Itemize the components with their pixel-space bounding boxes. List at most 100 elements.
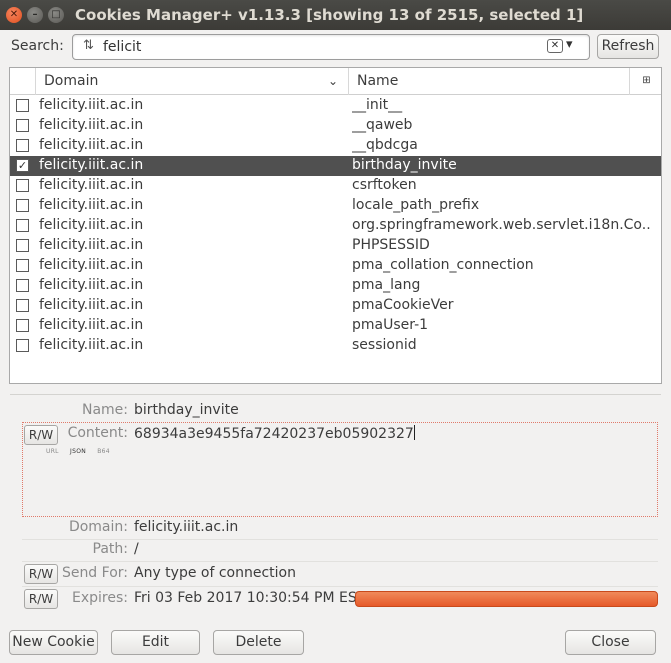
table-row[interactable]: felicity.iiit.ac.in csrftoken [10, 176, 661, 196]
table-row[interactable]: felicity.iiit.ac.in __init__ [10, 96, 661, 116]
row-checkbox[interactable] [16, 99, 29, 112]
table-row[interactable]: felicity.iiit.ac.in locale_path_prefix [10, 196, 661, 216]
column-header-name[interactable]: Name [350, 68, 630, 95]
row-name: __qbdcga [352, 137, 418, 153]
table-row[interactable]: ✓ felicity.iiit.ac.in birthday_invite [10, 156, 661, 176]
row-domain: felicity.iiit.ac.in [39, 177, 144, 193]
row-name: pma_lang [352, 277, 421, 293]
content-value[interactable]: 68934a3e9455fa72420237eb05902327 [134, 425, 415, 442]
cookie-table: Domain ⌄ Name ⊞ felicity.iiit.ac.in __ini… [9, 67, 662, 384]
separator [22, 561, 658, 562]
row-domain: felicity.iiit.ac.in [39, 337, 144, 353]
search-label: Search: [11, 38, 64, 54]
expires-label: Expires: [72, 590, 128, 606]
format-json-link[interactable]: JSON [70, 448, 86, 455]
row-domain: felicity.iiit.ac.in [39, 237, 144, 253]
row-checkbox[interactable] [16, 179, 29, 192]
row-domain: felicity.iiit.ac.in [39, 117, 144, 133]
table-header: Domain ⌄ Name ⊞ [10, 68, 661, 95]
delete-button[interactable]: Delete [213, 630, 304, 655]
row-checkbox[interactable] [16, 119, 29, 132]
refresh-button[interactable]: Refresh [597, 34, 659, 59]
table-row[interactable]: felicity.iiit.ac.in sessionid [10, 336, 661, 356]
row-domain: felicity.iiit.ac.in [39, 317, 144, 333]
sort-descending-icon: ⌄ [327, 74, 338, 88]
row-name: pmaCookieVer [352, 297, 454, 313]
text-cursor [413, 425, 415, 440]
table-row[interactable]: felicity.iiit.ac.in pma_collation_connect… [10, 256, 661, 276]
row-name: PHPSESSID [352, 237, 430, 253]
row-checkbox[interactable] [16, 279, 29, 292]
content-rw-button[interactable]: R/W [24, 425, 58, 445]
name-value: birthday_invite [134, 402, 239, 418]
row-name: sessionid [352, 337, 417, 353]
row-domain: felicity.iiit.ac.in [39, 257, 144, 273]
row-domain: felicity.iiit.ac.in [39, 297, 144, 313]
table-row[interactable]: felicity.iiit.ac.in __qaweb [10, 116, 661, 136]
clear-search-icon[interactable]: ✕ [547, 39, 563, 53]
search-dropdown-icon[interactable]: ▾ [566, 37, 573, 52]
row-name: __init__ [352, 97, 403, 113]
close-button[interactable]: Close [565, 630, 656, 655]
pane-divider[interactable] [10, 394, 661, 395]
format-url-link[interactable]: URL [46, 448, 59, 455]
table-row[interactable]: felicity.iiit.ac.in pmaUser-1 [10, 316, 661, 336]
row-domain: felicity.iiit.ac.in [39, 97, 144, 113]
title-bar: ✕ – □ Cookies Manager+ v1.13.3 [showing … [0, 0, 671, 30]
table-row[interactable]: felicity.iiit.ac.in __qbdcga [10, 136, 661, 156]
search-field[interactable]: ⇅ ✕ ▾ [72, 34, 590, 60]
row-name: birthday_invite [352, 157, 457, 173]
path-value: / [134, 541, 139, 557]
row-name: pma_collation_connection [352, 257, 534, 273]
table-row[interactable]: felicity.iiit.ac.in pma_lang [10, 276, 661, 296]
row-domain: felicity.iiit.ac.in [39, 197, 144, 213]
row-checkbox[interactable] [16, 319, 29, 332]
row-name: __qaweb [352, 117, 413, 133]
format-b64-link[interactable]: B64 [97, 448, 110, 455]
row-checkbox[interactable] [16, 239, 29, 252]
row-name: pmaUser-1 [352, 317, 429, 333]
expires-value: Fri 03 Feb 2017 10:30:54 PM EST [134, 590, 366, 606]
table-row[interactable]: felicity.iiit.ac.in org.springframework.w… [10, 216, 661, 236]
column-header-name-label: Name [357, 73, 399, 89]
content-label: Content: [67, 425, 128, 441]
edit-button[interactable]: Edit [111, 630, 200, 655]
header-checkbox-column[interactable] [10, 68, 36, 95]
window-title: Cookies Manager+ v1.13.3 [showing 13 of … [75, 6, 584, 24]
expires-bar [355, 591, 658, 607]
separator [22, 539, 658, 540]
row-checkbox[interactable] [16, 259, 29, 272]
content-text: 68934a3e9455fa72420237eb05902327 [134, 426, 414, 442]
row-checkbox[interactable] [16, 299, 29, 312]
sendfor-value: Any type of connection [134, 565, 296, 581]
format-links: URL JSON B64 [46, 448, 119, 455]
row-checkbox[interactable] [16, 139, 29, 152]
row-checkbox[interactable] [16, 219, 29, 232]
row-name: org.springframework.web.servlet.i18n.Co.… [352, 217, 652, 233]
table-row[interactable]: felicity.iiit.ac.in PHPSESSID [10, 236, 661, 256]
domain-value: felicity.iiit.ac.in [134, 519, 239, 535]
search-options-icon[interactable]: ⇅ [83, 38, 94, 53]
row-name: locale_path_prefix [352, 197, 480, 213]
row-domain: felicity.iiit.ac.in [39, 217, 144, 233]
window-minimize-icon[interactable]: – [27, 7, 43, 23]
row-name: csrftoken [352, 177, 417, 193]
row-domain: felicity.iiit.ac.in [39, 137, 144, 153]
path-label: Path: [92, 541, 128, 557]
separator [22, 586, 658, 587]
table-row[interactable]: felicity.iiit.ac.in pmaCookieVer [10, 296, 661, 316]
new-cookie-button[interactable]: New Cookie [9, 630, 98, 655]
window-maximize-icon[interactable]: □ [48, 7, 64, 23]
row-checkbox[interactable] [16, 199, 29, 212]
row-domain: felicity.iiit.ac.in [39, 157, 144, 173]
row-checkbox[interactable] [16, 339, 29, 352]
column-header-domain[interactable]: Domain ⌄ [37, 68, 349, 95]
row-domain: felicity.iiit.ac.in [39, 277, 144, 293]
search-input[interactable] [103, 37, 503, 57]
column-header-domain-label: Domain [44, 73, 99, 89]
column-picker-icon[interactable]: ⊞ [632, 68, 661, 95]
domain-label: Domain: [68, 519, 128, 535]
sendfor-label: Send For: [61, 565, 128, 581]
window-close-icon[interactable]: ✕ [6, 7, 22, 23]
row-checkbox[interactable]: ✓ [16, 159, 29, 172]
